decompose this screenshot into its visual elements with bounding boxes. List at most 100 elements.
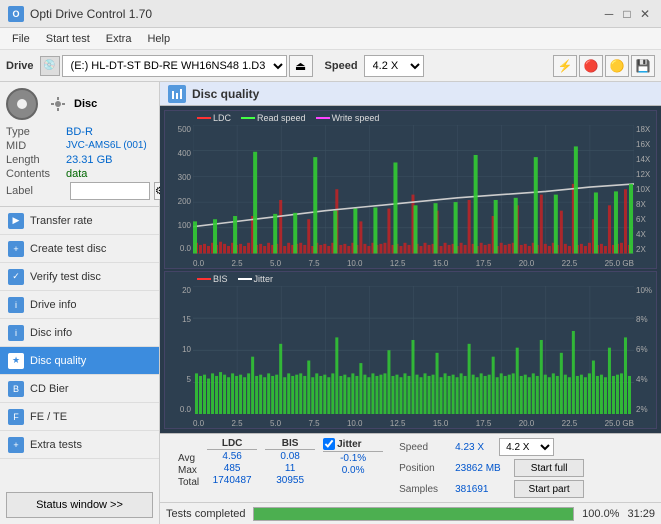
disc-graphic (6, 88, 38, 120)
title-text: Opti Drive Control 1.70 (30, 7, 152, 21)
speed-stat-value: 4.23 X (455, 442, 495, 453)
menu-bar: File Start test Extra Help (0, 28, 661, 50)
cd-bier-icon: B (8, 381, 24, 397)
toolbar-icon-save[interactable]: 💾 (631, 55, 655, 77)
ldc-legend: LDC (197, 113, 231, 123)
start-part-button[interactable]: Start part (514, 480, 584, 498)
menu-start-test[interactable]: Start test (38, 31, 98, 47)
speed-label: Speed (325, 60, 358, 72)
sidebar-item-drive-info[interactable]: i Drive info (0, 291, 159, 319)
upper-y-axis-left: 500 400 300 200 100 0.0 (165, 125, 193, 254)
stats-header-spacer (178, 438, 199, 452)
lower-y-axis-left: 20 15 10 5 0.0 (165, 286, 193, 415)
fe-te-label: FE / TE (30, 411, 67, 423)
ldc-max: 485 (207, 463, 257, 474)
drive-image-icon: 💿 (40, 56, 60, 76)
stats-labels-col: Avg Max Total (178, 438, 199, 488)
speed-stat-select[interactable]: 4.2 X (499, 438, 554, 456)
extra-tests-icon: + (8, 437, 24, 453)
speed-select[interactable]: 4.2 X (364, 55, 424, 77)
sidebar: Disc Type BD-R MID JVC-AMS6L (001) Lengt… (0, 82, 160, 524)
disc-info-icon: i (8, 325, 24, 341)
lower-chart: BIS Jitter 20 15 10 5 0.0 (164, 271, 657, 430)
disc-label-label: Label (6, 185, 66, 197)
toolbar-icon-2[interactable]: 🔴 (579, 55, 603, 77)
upper-y-axis-right: 18X 16X 14X 12X 10X 8X 6X 4X 2X (634, 125, 656, 254)
menu-help[interactable]: Help (139, 31, 178, 47)
sidebar-item-verify-test-disc[interactable]: ✓ Verify test disc (0, 263, 159, 291)
samples-row: Samples 381691 Start part (399, 480, 584, 498)
maximize-button[interactable]: □ (619, 6, 635, 22)
main-content: Disc Type BD-R MID JVC-AMS6L (001) Lengt… (0, 82, 661, 524)
disc-header: Disc (6, 88, 153, 120)
disc-quality-label: Disc quality (30, 355, 86, 367)
sidebar-item-cd-bier[interactable]: B CD Bier (0, 375, 159, 403)
sidebar-item-extra-tests[interactable]: + Extra tests (0, 431, 159, 459)
status-bar: Tests completed 100.0% 31:29 (160, 502, 661, 524)
title-bar-left: O Opti Drive Control 1.70 (8, 6, 152, 22)
upper-x-axis: 0.0 2.5 5.0 7.5 10.0 12.5 15.0 17.5 20.0… (193, 259, 634, 268)
menu-file[interactable]: File (4, 31, 38, 47)
lower-chart-wrapper: BIS Jitter 20 15 10 5 0.0 (165, 272, 656, 429)
sidebar-item-create-test-disc[interactable]: + Create test disc (0, 235, 159, 263)
start-full-button[interactable]: Start full (514, 459, 584, 477)
minimize-button[interactable]: ─ (601, 6, 617, 22)
speed-row: Speed 4.23 X 4.2 X (399, 438, 584, 456)
jitter-avg: -0.1% (323, 453, 383, 464)
sidebar-item-disc-quality[interactable]: ★ Disc quality (0, 347, 159, 375)
toolbar-icon-3[interactable]: 🟡 (605, 55, 629, 77)
disc-panel: Disc Type BD-R MID JVC-AMS6L (001) Lengt… (0, 82, 159, 207)
right-controls: Speed 4.23 X 4.2 X Position 23862 MB Sta… (399, 438, 584, 498)
jitter-checkbox[interactable] (323, 438, 335, 450)
fe-te-icon: F (8, 409, 24, 425)
bis-legend-color (197, 278, 211, 280)
drive-info-icon: i (8, 297, 24, 313)
progress-bar-fill (254, 508, 573, 520)
disc-title: Disc (74, 98, 97, 110)
sidebar-item-fe-te[interactable]: F FE / TE (0, 403, 159, 431)
drive-select[interactable]: (E:) HL-DT-ST BD-RE WH16NS48 1.D3 (62, 55, 287, 77)
transfer-rate-icon: ▶ (8, 213, 24, 229)
disc-length-label: Length (6, 154, 66, 166)
verify-test-icon: ✓ (8, 269, 24, 285)
menu-extra[interactable]: Extra (98, 31, 140, 47)
stats-columns: Avg Max Total LDC 4.56 485 1740487 BIS 0… (166, 438, 383, 488)
drive-info-label: Drive info (30, 299, 76, 311)
toolbar-icon-1[interactable]: ⚡ (553, 55, 577, 77)
speed-stat-label: Speed (399, 442, 451, 453)
stats-spacer (166, 438, 170, 488)
jitter-legend-label: Jitter (254, 274, 274, 284)
eject-button[interactable]: ⏏ (289, 55, 313, 77)
close-button[interactable]: ✕ (637, 6, 653, 22)
ldc-legend-label: LDC (213, 113, 231, 123)
jitter-col: Jitter -0.1% 0.0% (323, 438, 383, 488)
sidebar-item-transfer-rate[interactable]: ▶ Transfer rate (0, 207, 159, 235)
lower-chart-svg (193, 286, 634, 415)
ldc-col: LDC 4.56 485 1740487 (207, 438, 257, 488)
progress-pct: 100.0% (582, 508, 619, 520)
disc-settings-icon[interactable] (46, 92, 70, 116)
disc-mid-value: JVC-AMS6L (001) (66, 140, 147, 152)
jitter-max: 0.0% (323, 465, 383, 476)
lower-x-axis: 0.0 2.5 5.0 7.5 10.0 12.5 15.0 17.5 20.0… (193, 419, 634, 428)
upper-chart: LDC Read speed Write speed (164, 110, 657, 269)
samples-stat-label: Samples (399, 484, 451, 495)
status-text: Tests completed (166, 508, 245, 520)
disc-type-row: Type BD-R (6, 126, 153, 138)
status-window-button[interactable]: Status window >> (6, 492, 153, 518)
jitter-col-header: Jitter (337, 439, 361, 450)
disc-length-row: Length 23.31 GB (6, 154, 153, 166)
disc-quality-icon: ★ (8, 353, 24, 369)
read-speed-legend: Read speed (241, 113, 306, 123)
drive-label: Drive (6, 60, 34, 72)
cd-bier-label: CD Bier (30, 383, 69, 395)
position-stat-label: Position (399, 463, 451, 474)
position-row: Position 23862 MB Start full (399, 459, 584, 477)
charts-area: LDC Read speed Write speed (160, 106, 661, 433)
disc-label-input[interactable] (70, 182, 150, 200)
disc-mid-row: MID JVC-AMS6L (001) (6, 140, 153, 152)
total-label: Total (178, 477, 199, 488)
read-speed-legend-color (241, 117, 255, 119)
window-controls: ─ □ ✕ (601, 6, 653, 22)
sidebar-item-disc-info[interactable]: i Disc info (0, 319, 159, 347)
